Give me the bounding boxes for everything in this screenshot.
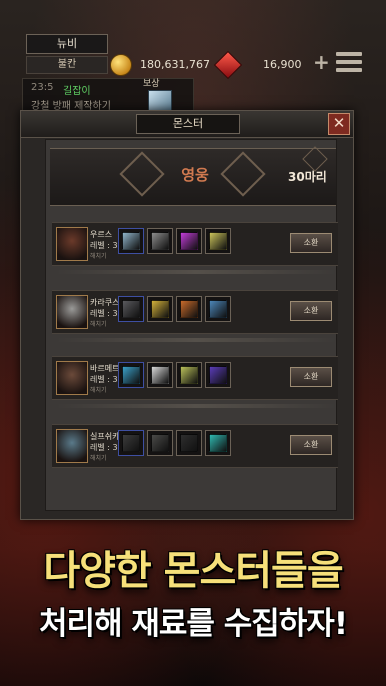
monster-name: 실프쉬카 bbox=[90, 432, 120, 441]
material-item-icon bbox=[209, 434, 227, 452]
material-slots bbox=[118, 228, 231, 256]
monster-note: 해치기 bbox=[90, 321, 107, 328]
material-slot[interactable] bbox=[205, 228, 231, 254]
material-slot[interactable] bbox=[205, 296, 231, 322]
material-item-icon bbox=[180, 434, 198, 452]
material-slot[interactable] bbox=[118, 296, 144, 322]
material-item-icon bbox=[122, 300, 140, 318]
material-slot[interactable] bbox=[176, 228, 202, 254]
gold-amount: 180,631,767 bbox=[140, 58, 210, 71]
material-slot[interactable] bbox=[147, 430, 173, 456]
close-button[interactable]: ✕ bbox=[328, 113, 350, 135]
monster-portrait-icon bbox=[56, 429, 88, 463]
monster-row: 실프쉬카 레벨 : 3 해치기 소환 bbox=[52, 424, 338, 468]
monster-level: 레벨 : 3 bbox=[90, 375, 118, 384]
reward-label: 보상 bbox=[143, 79, 160, 89]
monster-row: 바르메트 레벨 : 3 해치기 소환 bbox=[52, 356, 338, 400]
material-item-icon bbox=[209, 300, 227, 318]
monster-row: 우르스 레벨 : 3 해치기 소환 bbox=[52, 222, 338, 266]
material-item-icon bbox=[151, 434, 169, 452]
row-divider bbox=[56, 270, 336, 274]
summon-button[interactable]: 소환 bbox=[290, 367, 332, 387]
promo-headline: 다양한 몬스터들을 bbox=[43, 548, 343, 594]
row-divider bbox=[56, 338, 336, 342]
quest-timer: 23:5 bbox=[31, 82, 54, 93]
monster-count: 30마리 bbox=[288, 170, 327, 184]
material-slot[interactable] bbox=[205, 362, 231, 388]
material-slot[interactable] bbox=[118, 362, 144, 388]
material-item-icon bbox=[122, 232, 140, 250]
monster-note: 해치기 bbox=[90, 387, 107, 394]
material-item-icon bbox=[151, 366, 169, 384]
monster-level: 레벨 : 3 bbox=[90, 309, 118, 318]
material-slots bbox=[118, 362, 231, 390]
plus-icon[interactable]: + bbox=[313, 52, 330, 72]
monster-row: 카라쿠스 레벨 : 3 해치기 소환 bbox=[52, 290, 338, 334]
monster-name: 바르메트 bbox=[90, 364, 120, 373]
material-slot[interactable] bbox=[118, 430, 144, 456]
monster-level: 레벨 : 3 bbox=[90, 241, 118, 250]
material-item-icon bbox=[122, 366, 140, 384]
promo-subline: 처리해 재료를 수집하자! bbox=[39, 606, 348, 642]
material-slots bbox=[118, 430, 231, 458]
panel-header: 몬스터 bbox=[21, 111, 353, 138]
quest-tag: 길잡이 bbox=[63, 86, 91, 97]
material-slot[interactable] bbox=[147, 362, 173, 388]
category-label: 영웅 bbox=[181, 166, 209, 184]
menu-icon[interactable] bbox=[336, 52, 362, 76]
material-slot[interactable] bbox=[147, 228, 173, 254]
material-slots bbox=[118, 296, 231, 324]
reward-item-icon bbox=[148, 90, 172, 112]
material-item-icon bbox=[122, 434, 140, 452]
row-divider bbox=[56, 404, 336, 408]
monster-note: 해치기 bbox=[90, 253, 107, 260]
monster-portrait-icon bbox=[56, 227, 88, 261]
material-item-icon bbox=[180, 232, 198, 250]
material-slot[interactable] bbox=[118, 228, 144, 254]
material-item-icon bbox=[180, 300, 198, 318]
monster-level: 레벨 : 3 bbox=[90, 443, 118, 452]
material-item-icon bbox=[209, 366, 227, 384]
summon-button[interactable]: 소환 bbox=[290, 233, 332, 253]
monster-note: 해치기 bbox=[90, 455, 107, 462]
material-item-icon bbox=[180, 366, 198, 384]
material-slot[interactable] bbox=[147, 296, 173, 322]
monster-name: 우르스 bbox=[90, 230, 113, 239]
summon-button[interactable]: 소환 bbox=[290, 301, 332, 321]
material-item-icon bbox=[209, 232, 227, 250]
gold-coin-icon bbox=[110, 54, 132, 76]
material-item-icon bbox=[151, 232, 169, 250]
monster-name: 카라쿠스 bbox=[90, 298, 120, 307]
gem-amount: 16,900 bbox=[263, 58, 302, 71]
material-slot[interactable] bbox=[205, 430, 231, 456]
monster-portrait-icon bbox=[56, 295, 88, 329]
player-name[interactable]: 뉴비 bbox=[26, 34, 108, 54]
material-slot[interactable] bbox=[176, 296, 202, 322]
monster-portrait-icon bbox=[56, 361, 88, 395]
material-item-icon bbox=[151, 300, 169, 318]
region-label: 불칸 bbox=[26, 56, 108, 74]
summon-button[interactable]: 소환 bbox=[290, 435, 332, 455]
material-slot[interactable] bbox=[176, 430, 202, 456]
panel-title: 몬스터 bbox=[136, 114, 240, 134]
material-slot[interactable] bbox=[176, 362, 202, 388]
